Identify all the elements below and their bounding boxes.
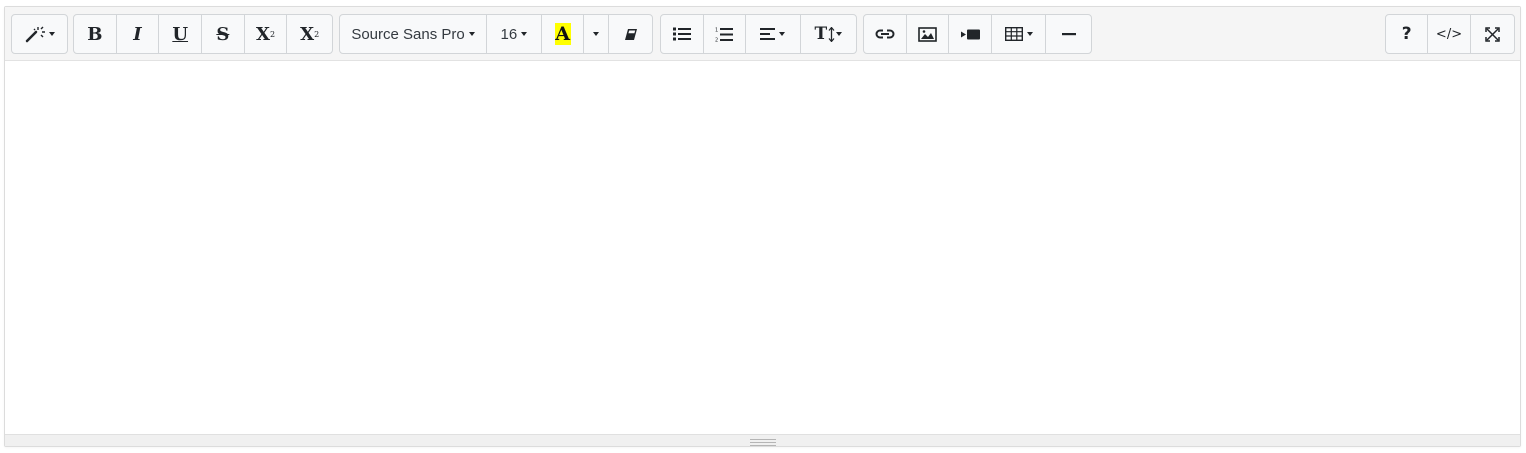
- help-button[interactable]: ?: [1386, 15, 1429, 53]
- fullscreen-icon: [1485, 26, 1500, 42]
- italic-button[interactable]: I: [117, 15, 160, 53]
- svg-text:1: 1: [715, 27, 718, 33]
- font-name-value: Source Sans Pro: [351, 25, 465, 43]
- video-icon: [960, 29, 980, 40]
- bold-label: B: [87, 23, 103, 45]
- chevron-down-icon: [1026, 32, 1033, 36]
- subscript-label: X: [300, 23, 315, 45]
- font-name-dropdown[interactable]: Source Sans Pro: [340, 15, 488, 53]
- align-left-icon: [760, 28, 776, 40]
- subscript-button[interactable]: X2: [287, 15, 332, 53]
- link-icon: [875, 28, 895, 40]
- unordered-list-icon: [672, 27, 691, 41]
- ordered-list-button[interactable]: 1 2: [704, 15, 747, 53]
- strikethrough-button[interactable]: S: [202, 15, 245, 53]
- code-view-button[interactable]: </>: [1428, 15, 1471, 53]
- table-icon: [1004, 27, 1023, 41]
- line-height-label: T: [814, 24, 828, 44]
- style-group: [11, 14, 68, 54]
- line-height-icon: T: [814, 24, 835, 44]
- insert-table-dropdown[interactable]: [992, 15, 1047, 53]
- italic-label: I: [133, 23, 142, 45]
- superscript-button[interactable]: X2: [245, 15, 288, 53]
- fullscreen-button[interactable]: [1471, 15, 1514, 53]
- clear-format-button[interactable]: [609, 15, 652, 53]
- strikethrough-label: S: [216, 23, 230, 45]
- insert-picture-button[interactable]: [907, 15, 950, 53]
- ordered-list-icon: 1 2: [715, 27, 734, 42]
- insert-video-button[interactable]: [949, 15, 992, 53]
- style-dropdown-button[interactable]: [12, 15, 67, 53]
- superscript-label: X: [255, 23, 270, 45]
- picture-icon: [918, 26, 937, 42]
- subscript-mark: 2: [314, 29, 320, 39]
- chevron-down-icon: [593, 32, 600, 36]
- chevron-down-icon: [48, 32, 55, 36]
- horizontal-rule-icon: [1061, 32, 1076, 36]
- unordered-list-button[interactable]: [661, 15, 704, 53]
- chevron-down-icon: [779, 32, 786, 36]
- eraser-icon: [624, 28, 638, 41]
- insert-link-button[interactable]: [864, 15, 907, 53]
- misc-group: ? </>: [1385, 14, 1515, 54]
- font-style-group: B I U S X2 X2: [73, 14, 333, 54]
- editor-toolbar: B I U S X2 X2 Source Sans Pro 16 A 1 2 T…: [5, 7, 1520, 61]
- rich-text-editor: B I U S X2 X2 Source Sans Pro 16 A 1 2 T…: [4, 6, 1521, 447]
- underline-label: U: [172, 23, 189, 45]
- paragraph-align-dropdown[interactable]: [746, 15, 801, 53]
- help-label: ?: [1401, 24, 1412, 44]
- insert-group: [863, 14, 1092, 54]
- code-view-label: </>: [1435, 26, 1463, 42]
- chevron-down-icon: [836, 32, 843, 36]
- editable-content-area[interactable]: [5, 61, 1520, 434]
- resize-bar[interactable]: [5, 434, 1520, 446]
- font-size-value: 16: [500, 25, 518, 43]
- font-size-dropdown[interactable]: 16: [487, 15, 542, 53]
- magic-wand-icon: [25, 25, 47, 43]
- svg-text:2: 2: [715, 37, 718, 42]
- font-group: Source Sans Pro 16 A: [339, 14, 653, 54]
- bold-button[interactable]: B: [74, 15, 117, 53]
- superscript-mark: 2: [269, 29, 276, 39]
- text-color-letter: A: [555, 23, 570, 45]
- resize-grip-icon[interactable]: [749, 437, 776, 446]
- insert-horizontal-rule-button[interactable]: [1046, 15, 1091, 53]
- text-color-icon: A: [554, 23, 571, 45]
- underline-button[interactable]: U: [159, 15, 203, 53]
- paragraph-group: 1 2 T: [660, 14, 857, 54]
- text-color-button[interactable]: A: [542, 15, 585, 53]
- chevron-down-icon: [468, 32, 475, 36]
- color-dropdown-button[interactable]: [584, 15, 610, 53]
- chevron-down-icon: [521, 32, 528, 36]
- line-height-dropdown[interactable]: T: [801, 15, 856, 53]
